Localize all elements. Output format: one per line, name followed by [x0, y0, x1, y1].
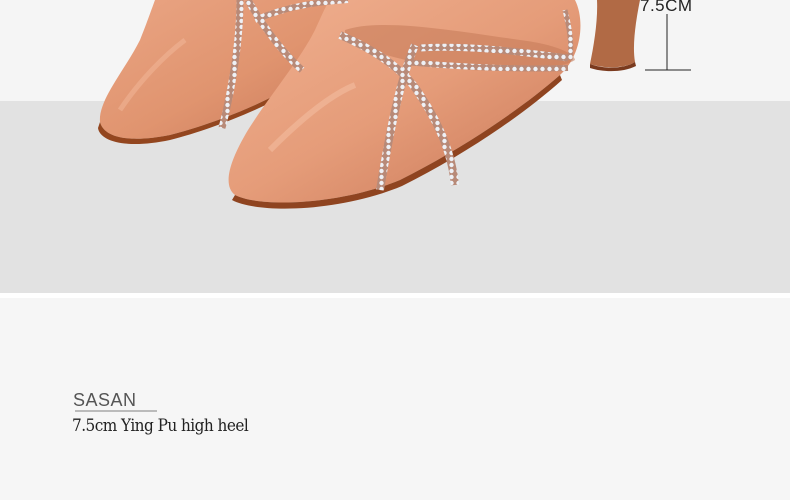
- shoe-photo: [98, 0, 691, 209]
- heel-height-label: 7.5CM: [640, 0, 693, 15]
- brand-logo-underline: [75, 410, 157, 412]
- heel: [590, 0, 640, 68]
- product-caption: 7.5cm Ying Pu high heel: [72, 416, 249, 436]
- brand-logo: SASAN: [73, 390, 137, 410]
